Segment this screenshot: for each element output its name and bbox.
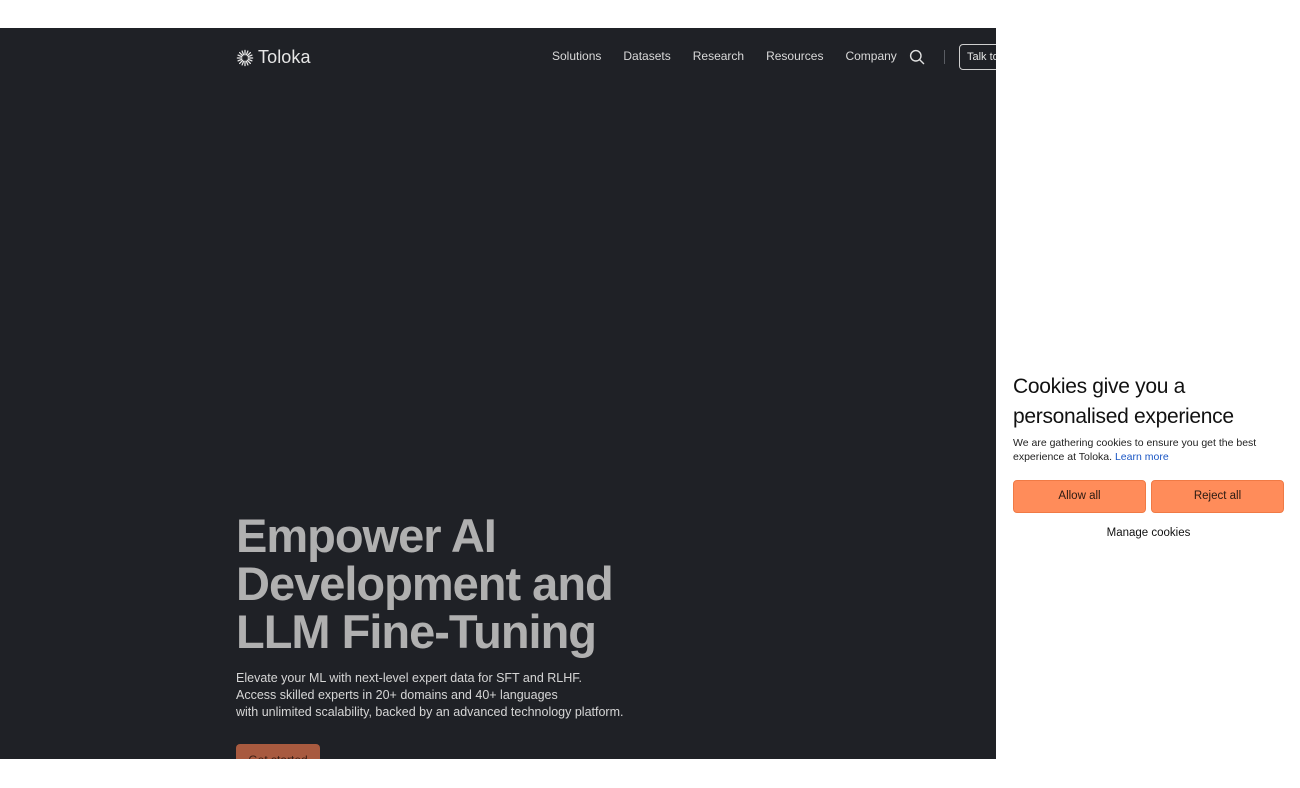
talk-to-us-button[interactable]: Talk to (959, 44, 996, 70)
nav-link-company[interactable]: Company (845, 49, 896, 63)
get-started-button[interactable]: Get started (236, 744, 320, 759)
cookie-banner-title: Cookies give you a personalised experien… (1013, 375, 1234, 428)
toloka-logo-icon (236, 49, 254, 66)
nav-links: Solutions Datasets Research Resources Co… (552, 49, 897, 63)
toloka-logo[interactable]: Toloka (236, 47, 311, 68)
nav-link-solutions[interactable]: Solutions (552, 49, 601, 63)
manage-cookies-button[interactable]: Manage cookies (1013, 527, 1284, 539)
nav-link-resources[interactable]: Resources (766, 49, 823, 63)
hero-title-line: LLM Fine-Tuning (236, 605, 597, 658)
nav-link-research[interactable]: Research (693, 49, 744, 63)
hero-subtitle-line: Elevate your ML with next-level expert d… (236, 671, 582, 685)
hero-subtitle-line: with unlimited scalability, backed by an… (236, 705, 624, 719)
nav-divider (944, 50, 945, 64)
hero-title-line: Development and (236, 557, 614, 610)
allow-all-button[interactable]: Allow all (1013, 480, 1146, 513)
hero-title: Empower AI Development and LLM Fine-Tuni… (236, 512, 666, 656)
logo-text: Toloka (258, 47, 311, 67)
hero-subtitle: Elevate your ML with next-level expert d… (236, 670, 656, 721)
nav-link-datasets[interactable]: Datasets (623, 49, 670, 63)
hero-subtitle-line: Access skilled experts in 20+ domains an… (236, 688, 558, 702)
website-viewport: Toloka Solutions Datasets Research Resou… (0, 28, 996, 759)
cookie-banner: Cookies give you a personalised experien… (996, 0, 1300, 788)
hero-title-line: Empower AI (236, 509, 497, 562)
reject-all-button[interactable]: Reject all (1151, 480, 1284, 513)
cookie-banner-text: We are gathering cookies to ensure you g… (1013, 437, 1283, 464)
learn-more-link[interactable]: Learn more (1115, 451, 1169, 463)
search-icon[interactable] (909, 49, 925, 65)
top-navigation: Toloka Solutions Datasets Research Resou… (0, 28, 996, 86)
